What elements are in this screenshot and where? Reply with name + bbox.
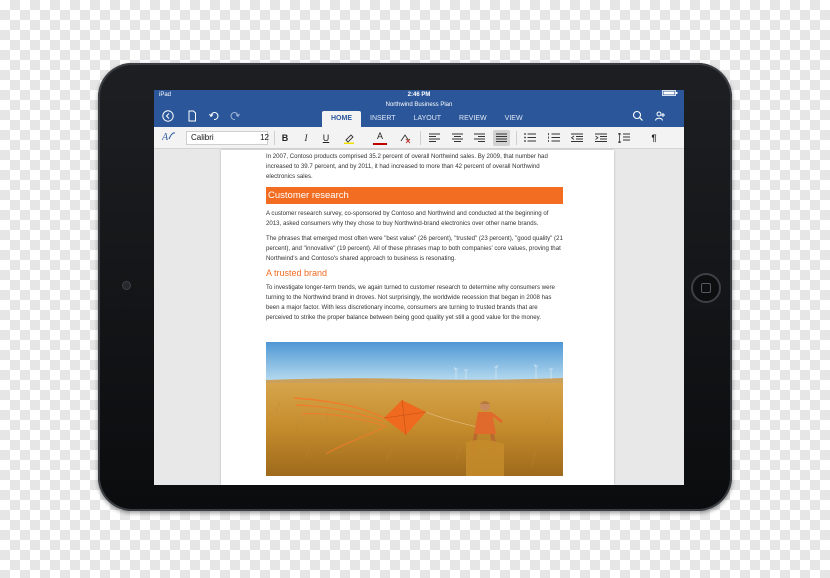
- italic-button[interactable]: I: [299, 130, 313, 146]
- home-ribbon: A Calibri 12 B I U A ¶: [154, 127, 684, 149]
- home-button[interactable]: [691, 273, 721, 303]
- heading-customer-research: Customer research: [266, 187, 563, 205]
- font-size-box[interactable]: 12: [249, 131, 269, 145]
- tab-review[interactable]: REVIEW: [450, 111, 496, 127]
- clear-format-icon[interactable]: [398, 130, 412, 146]
- highlight-icon[interactable]: [342, 130, 356, 146]
- styles-icon[interactable]: A: [160, 130, 178, 146]
- ribbon-divider: [516, 131, 517, 145]
- pilcrow-icon[interactable]: ¶: [647, 130, 661, 146]
- ribbon-tabs: HOME INSERT LAYOUT REVIEW VIEW: [322, 111, 532, 127]
- align-right-icon[interactable]: [472, 130, 486, 146]
- justify-icon[interactable]: [493, 130, 510, 146]
- redo-icon[interactable]: [227, 109, 243, 123]
- undo-icon[interactable]: [206, 109, 222, 123]
- back-icon[interactable]: [160, 109, 176, 123]
- tab-home[interactable]: HOME: [322, 111, 361, 127]
- numbering-icon[interactable]: [547, 130, 561, 146]
- status-time: 2:46 PM: [407, 92, 431, 98]
- ribbon-divider: [420, 131, 421, 145]
- bold-button[interactable]: B: [278, 130, 292, 146]
- align-center-icon[interactable]: [450, 130, 464, 146]
- share-person-icon[interactable]: [652, 109, 668, 123]
- ipad-screen: iPad 2:46 PM Northwind Business Plan HOM…: [154, 90, 684, 485]
- ribbon-divider: [274, 131, 275, 145]
- intro-paragraph: In 2007, Contoso products comprised 35.2…: [266, 153, 548, 180]
- decrease-indent-icon[interactable]: [570, 130, 584, 146]
- kite-field-photo: [266, 342, 563, 476]
- document-title: Northwind Business Plan: [385, 102, 453, 108]
- status-bar: iPad 2:46 PM: [154, 90, 684, 101]
- paragraph-trends: To investigate longer-term trends, we ag…: [266, 284, 555, 321]
- file-icon[interactable]: [184, 109, 200, 123]
- line-spacing-icon[interactable]: [617, 130, 631, 146]
- paragraph-phrases: The phrases that emerged most often were…: [266, 234, 563, 262]
- svg-text:A: A: [162, 132, 169, 142]
- tab-layout[interactable]: LAYOUT: [405, 111, 451, 127]
- tab-insert[interactable]: INSERT: [361, 111, 405, 127]
- font-color-button[interactable]: A: [373, 130, 387, 145]
- align-left-icon[interactable]: [427, 130, 441, 146]
- bullets-icon[interactable]: [523, 130, 537, 146]
- underline-button[interactable]: U: [319, 130, 333, 146]
- document-page[interactable]: In 2007, Contoso products comprised 35.2…: [221, 150, 614, 485]
- tab-view[interactable]: VIEW: [496, 111, 532, 127]
- word-title-bar: Northwind Business Plan HOME INSERT LAYO…: [154, 101, 684, 127]
- front-camera: [122, 281, 131, 290]
- battery-icon: [662, 90, 678, 101]
- search-icon[interactable]: [630, 109, 646, 123]
- document-body: In 2007, Contoso products comprised 35.2…: [266, 152, 563, 323]
- paragraph-survey: A customer research survey, co-sponsored…: [266, 210, 549, 228]
- increase-indent-icon[interactable]: [594, 130, 608, 146]
- heading-trusted-brand: A trusted brand: [266, 268, 328, 279]
